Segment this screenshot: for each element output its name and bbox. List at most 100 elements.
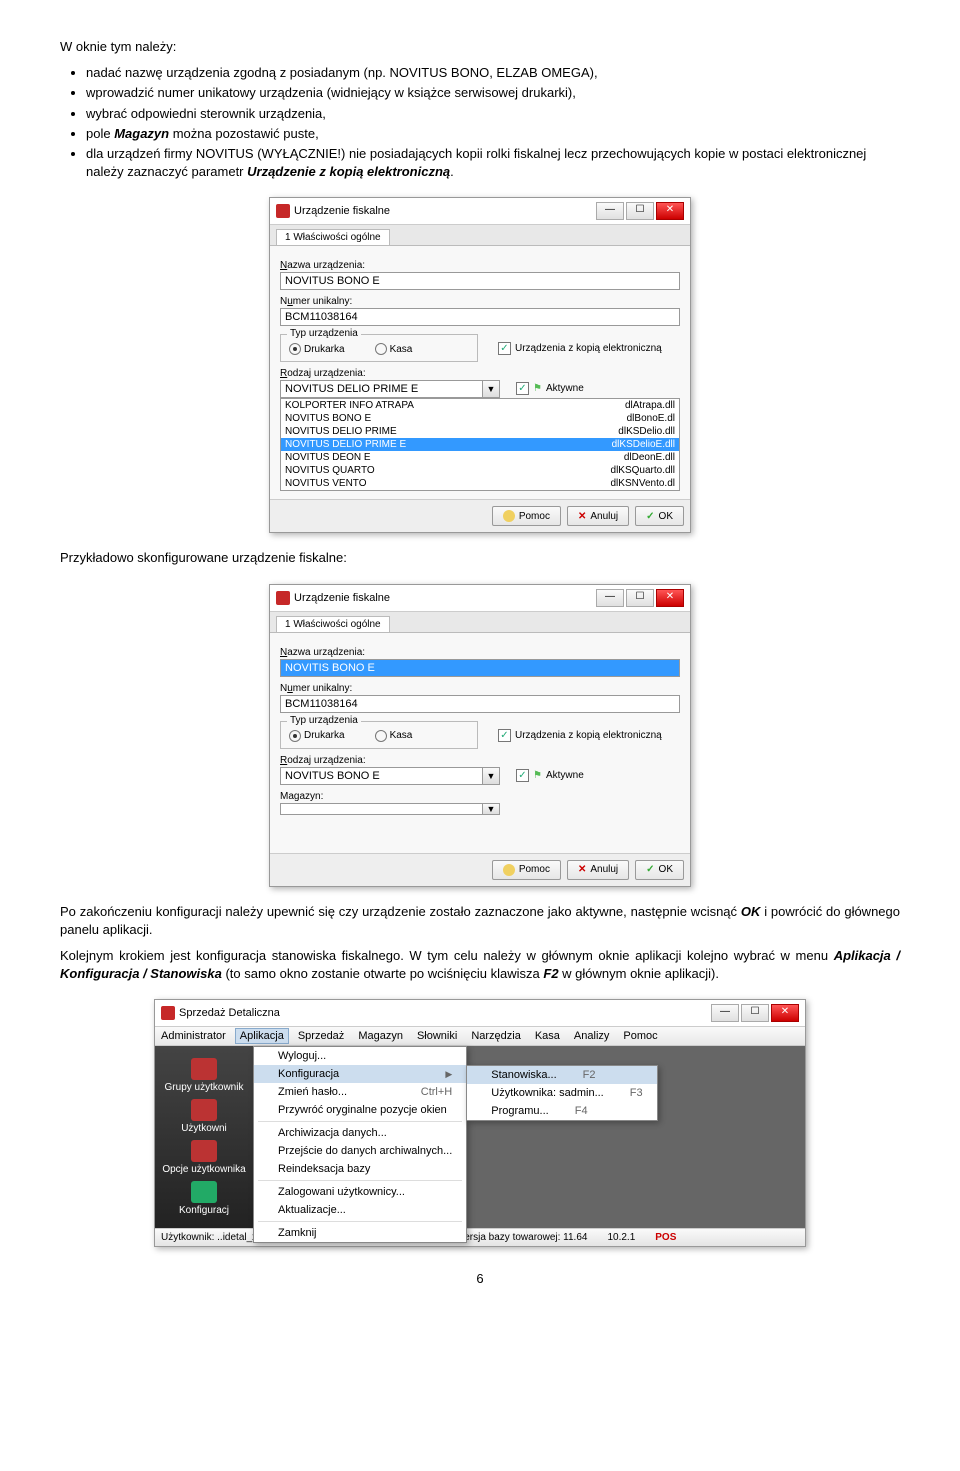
unique-number-label: Numer unikalny:: [280, 683, 680, 694]
radio-printer[interactable]: Drukarka: [289, 730, 345, 742]
dialog-title: Urządzenie fiskalne: [294, 592, 390, 604]
menu-dropdown-item[interactable]: Zalogowani użytkownicy...: [254, 1183, 466, 1201]
menu-dropdown-item[interactable]: Zmień hasło...Ctrl+H: [254, 1083, 466, 1101]
bullet-item: pole Magazyn można pozostawić puste,: [86, 125, 900, 143]
check-icon: ✓: [646, 511, 654, 522]
menu-item[interactable]: Słowniki: [417, 1030, 457, 1042]
tab-general[interactable]: 1 Właściwości ogólne: [276, 229, 390, 245]
check-icon: ✓: [646, 864, 654, 875]
menu-dropdown-item[interactable]: Archiwizacja danych...: [254, 1124, 466, 1142]
menu-dropdown-item[interactable]: Konfiguracja▶Stanowiska...F2Użytkownika:…: [254, 1065, 466, 1083]
cancel-button[interactable]: ✕Anuluj: [567, 506, 629, 526]
sidebar-icon: [191, 1058, 217, 1080]
menu-item[interactable]: Administrator: [161, 1030, 226, 1042]
driver-list-row[interactable]: KOLPORTER INFO ATRAPAdlAtrapa.dll: [281, 399, 679, 412]
page-number: 6: [60, 1271, 900, 1286]
app-icon: [276, 591, 290, 605]
device-type-legend: Typ urządzenia: [287, 715, 361, 726]
close-button[interactable]: ✕: [656, 202, 684, 220]
fiscal-device-dialog-1: Urządzenie fiskalne — ☐ ✕ 1 Właściwości …: [269, 197, 691, 533]
chevron-down-icon[interactable]: ▼: [483, 803, 500, 815]
menu-dropdown-item[interactable]: Zamknij: [254, 1224, 466, 1242]
submenu-item[interactable]: Stanowiska...F2: [467, 1066, 656, 1084]
retail-app-window: Sprzedaż Detaliczna — ☐ ✕ AdministratorA…: [154, 999, 806, 1247]
radio-register[interactable]: Kasa: [375, 343, 413, 355]
warehouse-label: Magazyn:: [280, 791, 680, 802]
radio-register[interactable]: Kasa: [375, 730, 413, 742]
minimize-button[interactable]: —: [711, 1004, 739, 1022]
unique-number-input[interactable]: BCM11038164: [280, 695, 680, 713]
unique-number-input[interactable]: BCM11038164: [280, 308, 680, 326]
menu-aplikacja-dropdown[interactable]: Wyloguj...Konfiguracja▶Stanowiska...F2Uż…: [253, 1046, 467, 1243]
sidebar-item[interactable]: Grupy użytkownik: [159, 1058, 249, 1093]
menu-dropdown-item[interactable]: Reindeksacja bazy: [254, 1160, 466, 1178]
device-kind-label: Rodzaj urządzenia:: [280, 368, 680, 379]
bullet-item: dla urządzeń firmy NOVITUS (WYŁĄCZNIE!) …: [86, 145, 900, 181]
minimize-button[interactable]: —: [596, 589, 624, 607]
minimize-button[interactable]: —: [596, 202, 624, 220]
window-title: Sprzedaż Detaliczna: [179, 1007, 280, 1019]
cancel-button[interactable]: ✕Anuluj: [567, 860, 629, 880]
maximize-button[interactable]: ☐: [626, 589, 654, 607]
menu-dropdown-item[interactable]: Przywróć oryginalne pozycje okien: [254, 1101, 466, 1119]
help-button[interactable]: Pomoc: [492, 506, 561, 526]
driver-list[interactable]: KOLPORTER INFO ATRAPAdlAtrapa.dllNOVITUS…: [280, 398, 680, 491]
unique-number-label: Numer unikalny:: [280, 296, 680, 307]
caption-configured: Przykładowo skonfigurowane urządzenie fi…: [60, 549, 900, 567]
submenu-item[interactable]: Programu...F4: [467, 1102, 656, 1120]
driver-list-row[interactable]: NOVITUS VENTOdlKSNVento.dl: [281, 477, 679, 490]
menu-item[interactable]: Narzędzia: [471, 1030, 521, 1042]
help-button[interactable]: Pomoc: [492, 860, 561, 880]
menu-dropdown-item[interactable]: Wyloguj...: [254, 1047, 466, 1065]
menu-item[interactable]: Magazyn: [358, 1030, 403, 1042]
driver-list-row[interactable]: NOVITUS DELIO PRIMEdlKSDelio.dll: [281, 425, 679, 438]
sidebar-icon: [191, 1099, 217, 1121]
device-name-input[interactable]: NOVITIS BONO E: [280, 659, 680, 677]
radio-printer[interactable]: Drukarka: [289, 343, 345, 355]
close-button[interactable]: ✕: [656, 589, 684, 607]
menu-item[interactable]: Analizy: [574, 1030, 609, 1042]
bullet-item: wybrać odpowiedni sterownik urządzenia,: [86, 105, 900, 123]
menu-item[interactable]: Kasa: [535, 1030, 560, 1042]
paragraph-after-config: Po zakończeniu konfiguracji należy upewn…: [60, 903, 900, 939]
device-type-legend: Typ urządzenia: [287, 328, 361, 339]
ok-button[interactable]: ✓OK: [635, 860, 684, 880]
device-kind-combo[interactable]: NOVITUS DELIO PRIME E▼: [280, 380, 500, 398]
sidebar-icon: [191, 1140, 217, 1162]
driver-list-row[interactable]: NOVITUS BONO EdlBonoE.dl: [281, 412, 679, 425]
driver-list-row[interactable]: NOVITUS DELIO PRIME EdlKSDelioE.dll: [281, 438, 679, 451]
menu-bar[interactable]: Administrator Aplikacja Sprzedaż Magazyn Sło…: [155, 1027, 805, 1046]
sidebar-item[interactable]: Użytkowni: [159, 1099, 249, 1134]
maximize-button[interactable]: ☐: [741, 1004, 769, 1022]
menu-item[interactable]: Aplikacja: [235, 1028, 289, 1044]
app-body: Wyloguj...Konfiguracja▶Stanowiska...F2Uż…: [253, 1046, 805, 1228]
warehouse-combo[interactable]: ▼: [280, 803, 500, 815]
active-checkbox[interactable]: ✓⚑Aktywne: [516, 769, 584, 782]
maximize-button[interactable]: ☐: [626, 202, 654, 220]
driver-list-row[interactable]: NOVITUS QUARTOdlKSQuarto.dll: [281, 464, 679, 477]
close-button[interactable]: ✕: [771, 1004, 799, 1022]
menu-item[interactable]: Pomoc: [623, 1030, 657, 1042]
bullet-list: nadać nazwę urządzenia zgodną z posiadan…: [60, 64, 900, 181]
app-icon: [161, 1006, 175, 1020]
active-checkbox[interactable]: ✓⚑Aktywne: [516, 382, 584, 395]
x-icon: ✕: [578, 511, 586, 522]
driver-list-row[interactable]: NOVITUS DEON EdlDeonE.dll: [281, 451, 679, 464]
electronic-copy-checkbox[interactable]: ✓Urządzenia z kopią elektroniczną: [498, 729, 662, 742]
ok-button[interactable]: ✓OK: [635, 506, 684, 526]
electronic-copy-checkbox[interactable]: ✓Urządzenia z kopią elektroniczną: [498, 342, 662, 355]
menu-dropdown-item[interactable]: Aktualizacje...: [254, 1201, 466, 1219]
menu-item[interactable]: Sprzedaż: [298, 1030, 344, 1042]
device-kind-combo[interactable]: NOVITUS BONO E▼: [280, 767, 500, 785]
chevron-down-icon[interactable]: ▼: [483, 380, 500, 398]
paragraph-next-step: Kolejnym krokiem jest konfiguracja stano…: [60, 947, 900, 983]
app-icon: [276, 204, 290, 218]
sidebar-item[interactable]: Opcje użytkownika: [159, 1140, 249, 1175]
tab-general[interactable]: 1 Właściwości ogólne: [276, 616, 390, 632]
submenu-item[interactable]: Użytkownika: sadmin...F3: [467, 1084, 656, 1102]
chevron-down-icon[interactable]: ▼: [483, 767, 500, 785]
device-name-input[interactable]: NOVITUS BONO E: [280, 272, 680, 290]
menu-dropdown-item[interactable]: Przejście do danych archiwalnych...: [254, 1142, 466, 1160]
sidebar-item[interactable]: Konfiguracj: [159, 1181, 249, 1216]
dialog-title: Urządzenie fiskalne: [294, 205, 390, 217]
